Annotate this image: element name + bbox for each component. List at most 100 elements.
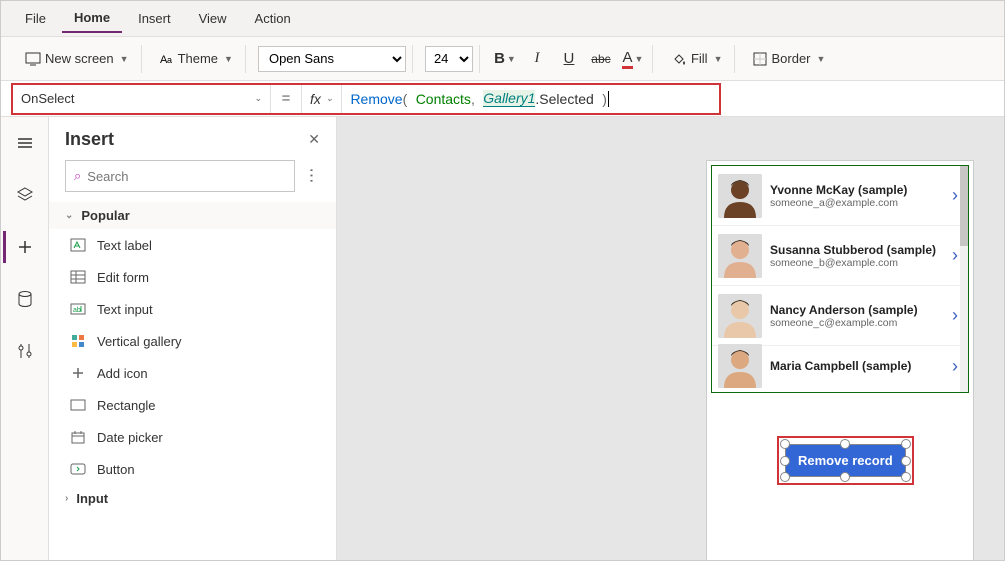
font-color-button[interactable]: A▼: [620, 46, 646, 72]
insert-vertical-gallery[interactable]: Vertical gallery: [49, 325, 336, 357]
item-label: Add icon: [97, 366, 148, 381]
edit-form-icon: [69, 268, 87, 286]
font-size-select[interactable]: 24: [425, 46, 473, 72]
gallery-row[interactable]: Maria Campbell (sample) ›: [712, 346, 968, 386]
text-input-icon: ab: [69, 300, 87, 318]
theme-button[interactable]: Aa Theme ▼: [154, 48, 239, 69]
formula-control: Gallery1: [483, 90, 535, 107]
scroll-thumb[interactable]: [960, 166, 968, 246]
formula-highlight: OnSelect ⌄ = fx⌄ Remove( Contacts, Galle…: [11, 83, 721, 115]
avatar: [718, 344, 762, 388]
menu-file[interactable]: File: [13, 5, 58, 32]
gallery-text: Nancy Anderson (sample) someone_c@exampl…: [770, 303, 940, 329]
contact-email: someone_a@example.com: [770, 197, 940, 209]
gallery-text: Susanna Stubberod (sample) someone_b@exa…: [770, 243, 940, 269]
formula-prop: .Selected: [535, 91, 593, 107]
contact-name: Susanna Stubberod (sample): [770, 243, 940, 257]
selection-highlight: Remove record: [777, 436, 914, 485]
tree-view-button[interactable]: [5, 127, 45, 159]
resize-handle[interactable]: [840, 439, 850, 449]
resize-handle[interactable]: [780, 456, 790, 466]
scrollbar[interactable]: [960, 166, 968, 392]
underline-button[interactable]: U: [556, 46, 582, 72]
fill-icon: [671, 51, 687, 67]
item-label: Vertical gallery: [97, 334, 182, 349]
app-canvas[interactable]: Yvonne McKay (sample) someone_a@example.…: [706, 160, 974, 560]
gallery-row[interactable]: Yvonne McKay (sample) someone_a@example.…: [712, 166, 968, 226]
insert-rectangle[interactable]: Rectangle: [49, 389, 336, 421]
contact-name: Yvonne McKay (sample): [770, 183, 940, 197]
insert-text-input[interactable]: abText input: [49, 293, 336, 325]
fill-button[interactable]: Fill ▼: [665, 48, 729, 70]
border-button[interactable]: Border ▼: [747, 48, 831, 69]
data-button[interactable]: [5, 283, 45, 315]
plus-icon: [69, 364, 87, 382]
insert-button[interactable]: Button: [49, 453, 336, 485]
gallery-control[interactable]: Yvonne McKay (sample) someone_a@example.…: [711, 165, 969, 393]
text-label-icon: [69, 236, 87, 254]
gallery-row[interactable]: Susanna Stubberod (sample) someone_b@exa…: [712, 226, 968, 286]
resize-handle[interactable]: [780, 439, 790, 449]
menu-insert[interactable]: Insert: [126, 5, 183, 32]
border-label: Border: [771, 51, 810, 66]
category-input[interactable]: › Input: [49, 485, 336, 512]
fx-button[interactable]: fx⌄: [301, 85, 342, 113]
strikethrough-button[interactable]: abc: [588, 46, 614, 72]
chevron-down-icon: ⌄: [254, 93, 262, 104]
font-select[interactable]: Open Sans: [258, 46, 406, 72]
insert-rail-button[interactable]: [3, 231, 43, 263]
layers-button[interactable]: [5, 179, 45, 211]
item-label: Rectangle: [97, 398, 156, 413]
insert-panel-title: Insert: [65, 129, 114, 150]
bold-button[interactable]: B▼: [492, 46, 518, 72]
menu-bar: File Home Insert View Action: [1, 1, 1004, 37]
chevron-down-icon: ▼: [120, 54, 129, 64]
contact-name: Maria Campbell (sample): [770, 359, 940, 373]
item-label: Edit form: [97, 270, 149, 285]
svg-text:a: a: [167, 55, 172, 65]
more-icon[interactable]: ⋯: [302, 168, 322, 185]
insert-text-label[interactable]: Text label: [49, 229, 336, 261]
formula-bar: OnSelect ⌄ = fx⌄ Remove( Contacts, Galle…: [1, 81, 1004, 117]
resize-handle[interactable]: [901, 472, 911, 482]
insert-edit-form[interactable]: Edit form: [49, 261, 336, 293]
avatar: [718, 234, 762, 278]
insert-add-icon[interactable]: Add icon: [49, 357, 336, 389]
gallery-icon: [69, 332, 87, 350]
contact-email: someone_b@example.com: [770, 257, 940, 269]
svg-text:ab: ab: [73, 307, 81, 314]
tools-button[interactable]: [5, 335, 45, 367]
chevron-down-icon: ▼: [224, 54, 233, 64]
chevron-down-icon: ⌄: [65, 210, 73, 221]
insert-panel: Insert ✕ ⌕ Search ⋯ ⌄ Popular Text label…: [49, 117, 337, 560]
category-popular[interactable]: ⌄ Popular: [49, 202, 336, 229]
button-label: Remove record: [798, 453, 893, 468]
calendar-icon: [69, 428, 87, 446]
resize-handle[interactable]: [901, 456, 911, 466]
property-select[interactable]: OnSelect ⌄: [13, 85, 271, 113]
avatar: [718, 174, 762, 218]
menu-action[interactable]: Action: [243, 5, 303, 32]
item-label: Text label: [97, 238, 152, 253]
resize-handle[interactable]: [840, 472, 850, 482]
close-icon[interactable]: ✕: [308, 131, 320, 148]
canvas-area[interactable]: Yvonne McKay (sample) someone_a@example.…: [337, 117, 1004, 560]
resize-handle[interactable]: [780, 472, 790, 482]
theme-icon: Aa: [160, 52, 174, 66]
gallery-row[interactable]: Nancy Anderson (sample) someone_c@exampl…: [712, 286, 968, 346]
search-input[interactable]: ⌕ Search: [65, 160, 295, 192]
insert-date-picker[interactable]: Date picker: [49, 421, 336, 453]
resize-handle[interactable]: [901, 439, 911, 449]
formula-input[interactable]: Remove( Contacts, Gallery1.Selected ): [342, 85, 719, 113]
chevron-down-icon: ▼: [714, 54, 723, 64]
gallery-text: Maria Campbell (sample): [770, 359, 940, 373]
new-screen-button[interactable]: New screen ▼: [19, 48, 135, 69]
menu-view[interactable]: View: [187, 5, 239, 32]
menu-home[interactable]: Home: [62, 4, 122, 33]
remove-record-button[interactable]: Remove record: [785, 444, 906, 477]
chevron-down-icon: ▼: [817, 54, 826, 64]
contact-name: Nancy Anderson (sample): [770, 303, 940, 317]
category-label: Input: [76, 491, 108, 506]
italic-button[interactable]: I: [524, 46, 550, 72]
new-screen-label: New screen: [45, 51, 114, 66]
